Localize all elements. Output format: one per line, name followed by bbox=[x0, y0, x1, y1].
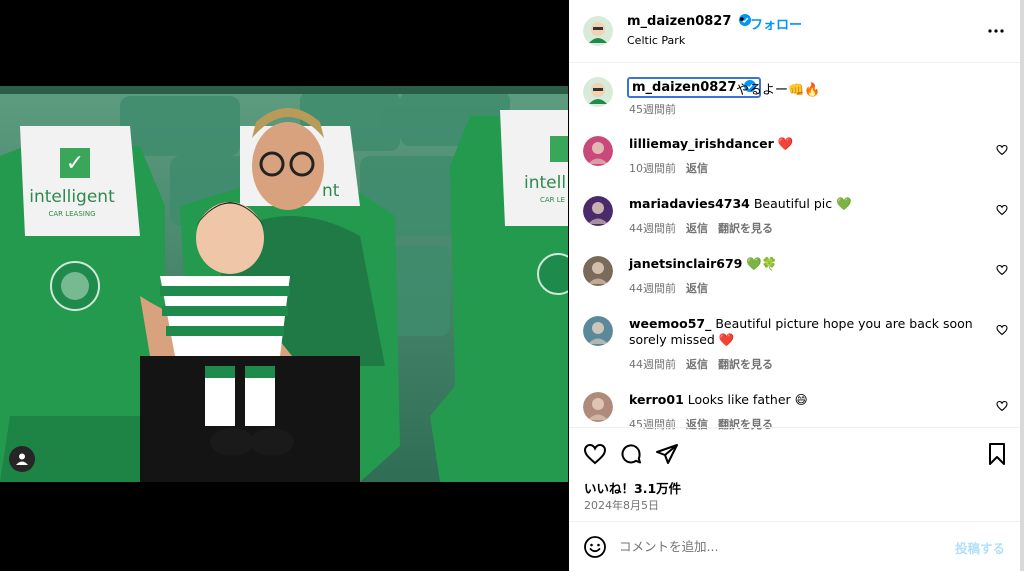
comment-username[interactable]: mariadavies4734 bbox=[629, 196, 750, 211]
author-username[interactable]: m_daizen0827 bbox=[627, 14, 751, 29]
bookmark-icon[interactable] bbox=[985, 442, 1009, 466]
caption-username-text[interactable]: m_daizen0827 bbox=[632, 80, 736, 95]
caption-timestamp[interactable]: 45週間前 bbox=[629, 101, 676, 117]
comment-username[interactable]: kerro01 bbox=[629, 392, 684, 407]
avatar-image bbox=[583, 136, 613, 166]
reply-button[interactable]: 返信 bbox=[686, 282, 708, 295]
author-username-text[interactable]: m_daizen0827 bbox=[627, 14, 731, 29]
author-avatar[interactable] bbox=[583, 16, 613, 46]
avatar-image bbox=[583, 392, 613, 422]
media-pane: ✓ intelligent CAR LEASING intell CAR LE … bbox=[0, 0, 568, 571]
comment-meta: 44週間前 返信 翻訳を見る bbox=[629, 220, 783, 236]
comment-body: mariadavies4734 Beautiful pic 💚 bbox=[629, 196, 989, 212]
comment-meta: 10週間前 返信 bbox=[629, 160, 718, 176]
reply-button[interactable]: 返信 bbox=[686, 358, 708, 371]
sponsor-mid: nt bbox=[322, 181, 340, 201]
see-translation-button[interactable]: 翻訳を見る bbox=[718, 358, 773, 371]
share-icon[interactable] bbox=[655, 442, 679, 466]
see-translation-button[interactable]: 翻訳を見る bbox=[718, 222, 773, 235]
post-comment-button[interactable]: 投稿する bbox=[955, 538, 1005, 557]
comment-like-heart-icon[interactable] bbox=[996, 204, 1008, 216]
sponsor-right-sub: CAR LE bbox=[540, 196, 565, 204]
avatar-image bbox=[583, 196, 613, 226]
caption-avatar[interactable] bbox=[583, 77, 613, 107]
comment-input[interactable] bbox=[619, 534, 939, 558]
comment-text: ❤️ bbox=[777, 136, 794, 151]
comment-timestamp[interactable]: 44週間前 bbox=[629, 282, 676, 295]
caption-text: やるよー👊🔥 bbox=[736, 83, 821, 98]
user-tag-button[interactable] bbox=[9, 446, 35, 472]
commenter-avatar[interactable] bbox=[583, 256, 613, 286]
comment-like-heart-icon[interactable] bbox=[996, 324, 1008, 336]
photo-illustration: ✓ intelligent CAR LEASING intell CAR LE … bbox=[0, 86, 568, 482]
comment-timestamp[interactable]: 44週間前 bbox=[629, 222, 676, 235]
avatar-image bbox=[583, 77, 613, 107]
more-horizontal-icon[interactable] bbox=[987, 22, 1005, 40]
comment-body: lilliemay_irishdancer ❤️ bbox=[629, 136, 989, 152]
comment-body: janetsinclair679 💚🍀 bbox=[629, 256, 989, 272]
post-photo[interactable]: ✓ intelligent CAR LEASING intell CAR LE … bbox=[0, 86, 568, 482]
comment-meta: 44週間前 返信 翻訳を見る bbox=[629, 356, 783, 372]
avatar-image bbox=[583, 316, 613, 346]
commenter-avatar[interactable] bbox=[583, 196, 613, 226]
comment-body: weemoo57_ Beautiful picture hope you are… bbox=[629, 316, 989, 348]
commenter-avatar[interactable] bbox=[583, 136, 613, 166]
avatar-image bbox=[583, 16, 613, 46]
post-header: m_daizen0827 • フォロー Celtic Park bbox=[569, 0, 1020, 63]
comment-like-heart-icon[interactable] bbox=[996, 264, 1008, 276]
comment-text: Beautiful pic 💚 bbox=[753, 196, 852, 211]
comment-username[interactable]: janetsinclair679 bbox=[629, 256, 742, 271]
comment-body: kerro01 Looks like father 😄 bbox=[629, 392, 989, 408]
comment-username[interactable]: lilliemay_irishdancer bbox=[629, 136, 774, 151]
post-date: 2024年8月5日 bbox=[584, 499, 659, 512]
comment-composer: 投稿する bbox=[569, 521, 1020, 571]
svg-text:✓: ✓ bbox=[66, 151, 84, 176]
window-edge bbox=[1020, 0, 1024, 571]
action-bar: いいね！3.1万件 2024年8月5日 bbox=[569, 427, 1020, 521]
separator-dot: • bbox=[738, 13, 746, 28]
comment-text: 💚🍀 bbox=[746, 256, 778, 271]
post-detail-panel: m_daizen0827 • フォロー Celtic Park m_daizen… bbox=[569, 0, 1020, 571]
reply-button[interactable]: 返信 bbox=[686, 222, 708, 235]
reply-button[interactable]: 返信 bbox=[686, 162, 708, 175]
comment-meta: 44週間前 返信 bbox=[629, 280, 718, 296]
commenter-avatar[interactable] bbox=[583, 316, 613, 346]
comment-icon[interactable] bbox=[619, 442, 643, 466]
sponsor-right: intell bbox=[524, 173, 566, 193]
sponsor-left: intelligent bbox=[29, 187, 115, 207]
comment-like-heart-icon[interactable] bbox=[996, 144, 1008, 156]
sponsor-left-sub: CAR LEASING bbox=[48, 210, 95, 218]
follow-button[interactable]: フォロー bbox=[750, 14, 802, 33]
post-location[interactable]: Celtic Park bbox=[627, 34, 685, 47]
heart-icon[interactable] bbox=[583, 442, 607, 466]
comment-username[interactable]: weemoo57_ bbox=[629, 316, 711, 331]
user-tag-icon bbox=[16, 453, 28, 465]
emoji-icon[interactable] bbox=[583, 535, 607, 559]
comment-timestamp[interactable]: 10週間前 bbox=[629, 162, 676, 175]
avatar-image bbox=[583, 256, 613, 286]
commenter-avatar[interactable] bbox=[583, 392, 613, 422]
like-count[interactable]: いいね！3.1万件 bbox=[584, 478, 681, 497]
comment-text: Looks like father 😄 bbox=[687, 392, 808, 407]
comment-timestamp[interactable]: 44週間前 bbox=[629, 358, 676, 371]
comment-like-heart-icon[interactable] bbox=[996, 400, 1008, 412]
